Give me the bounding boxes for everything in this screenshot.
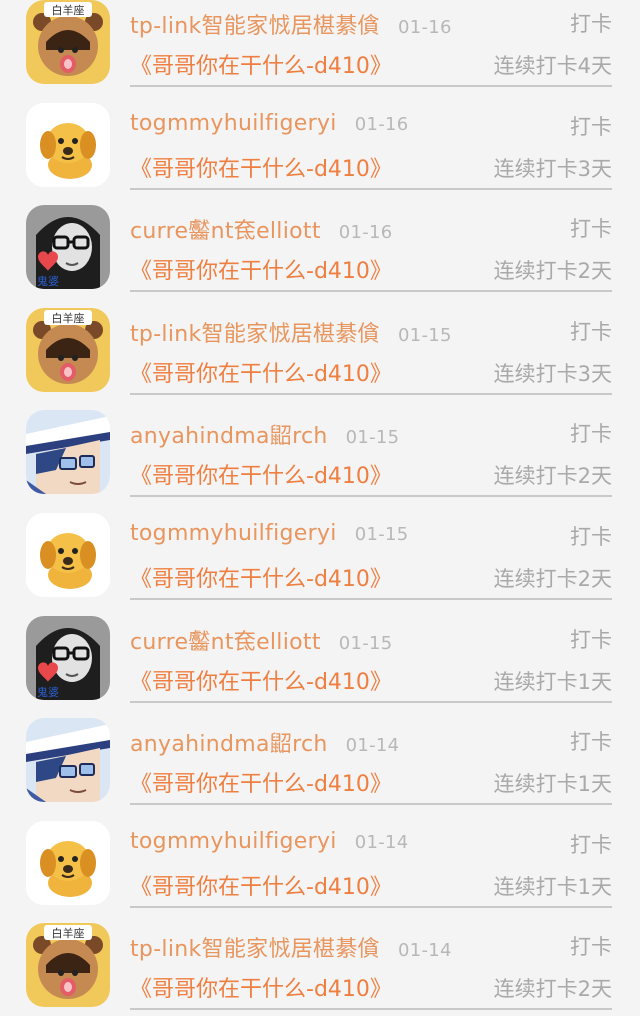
user-name-text: tp-link智能家㤜居椹綦僋	[130, 14, 380, 39]
checkin-action-label: 打卡	[570, 217, 612, 242]
checkin-date: 01-14	[397, 940, 452, 962]
user-name[interactable]: togmmyhuilfigeryi 01-14	[130, 829, 409, 854]
list-item[interactable]: 鬼婆 curre齾nt奃elliott 01-16 打卡《哥哥你在干什么-d410》 连…	[0, 205, 640, 307]
user-name-text: anyahindma鼦rch	[130, 732, 328, 758]
topic-link[interactable]: 《哥哥你在干什么-d410》	[130, 151, 392, 183]
streak-label: 连续打卡3天	[493, 361, 612, 386]
avatar[interactable]: 白羊座	[26, 923, 110, 1008]
row-divider	[130, 290, 612, 293]
topic-link[interactable]: 《哥哥你在干什么-d410》	[130, 766, 392, 798]
user-name-text: curre齾nt奃elliott	[130, 629, 321, 655]
topic-link[interactable]: 《哥哥你在干什么-d410》	[130, 253, 392, 285]
streak-label: 连续打卡4天	[493, 54, 612, 78]
checkin-action-label: 打卡	[570, 319, 612, 344]
avatar[interactable]	[26, 718, 110, 803]
streak-label: 连续打卡2天	[493, 567, 612, 591]
user-name-text: tp-link智能家㤜居椹綦僋	[130, 321, 380, 347]
topic-link[interactable]: 《哥哥你在干什么-d410》	[130, 971, 392, 1003]
row-divider	[130, 1008, 612, 1011]
user-name[interactable]: tp-link智能家㤜居椹綦僋 01-16	[130, 8, 452, 40]
streak-label: 连续打卡1天	[493, 874, 612, 899]
avatar[interactable]: 白羊座	[26, 307, 110, 392]
list-item[interactable]: togmmyhuilfigeryi 01-14 打卡《哥哥你在干什么-d410》 连续…	[0, 820, 640, 923]
topic-link[interactable]: 《哥哥你在干什么-d410》	[130, 356, 392, 388]
streak-label: 连续打卡2天	[493, 977, 612, 1002]
checkin-action-label: 打卡	[570, 730, 612, 755]
checkin-action-label: 打卡	[570, 832, 612, 857]
checkin-action-label: 打卡	[570, 935, 612, 960]
list-item[interactable]: anyahindma鼦rch 01-15 打卡《哥哥你在干什么-d410》 连续打卡2…	[0, 410, 640, 512]
streak-label: 连续打卡1天	[493, 669, 612, 694]
topic-link[interactable]: 《哥哥你在干什么-d410》	[130, 664, 392, 696]
row-divider	[130, 905, 612, 908]
list-item[interactable]: togmmyhuilfigeryi 01-16 打卡《哥哥你在干什么-d410》 连续…	[0, 102, 640, 205]
avatar[interactable]: 白羊座	[26, 0, 110, 84]
row-divider	[130, 85, 612, 87]
streak-label: 连续打卡3天	[493, 156, 612, 181]
user-name-text: tp-link智能家㤜居椹綦僋	[130, 937, 380, 963]
checkin-date: 01-15	[354, 524, 409, 545]
user-name-text: togmmyhuilfigeryi	[130, 110, 337, 136]
avatar-sticker-text: 鬼婆	[37, 685, 59, 699]
checkin-date: 01-15	[345, 427, 400, 449]
user-name[interactable]: curre齾nt奃elliott 01-15	[130, 624, 393, 656]
checkin-date: 01-14	[354, 831, 409, 853]
user-name[interactable]: anyahindma鼦rch 01-15	[130, 418, 399, 450]
list-item[interactable]: anyahindma鼦rch 01-14 打卡《哥哥你在干什么-d410》 连续打卡1…	[0, 718, 640, 820]
avatar-sticker-text: 鬼婆	[37, 274, 59, 288]
streak-label: 连续打卡2天	[493, 259, 612, 284]
checkin-action-label: 打卡	[570, 12, 612, 36]
avatar-badge-text: 白羊座	[52, 3, 85, 17]
topic-link[interactable]: 《哥哥你在干什么-d410》	[130, 561, 392, 593]
avatar[interactable]	[26, 513, 110, 597]
checkin-date: 01-16	[397, 17, 452, 38]
row-divider	[130, 700, 612, 703]
avatar[interactable]	[26, 410, 110, 495]
streak-label: 连续打卡2天	[493, 464, 612, 489]
topic-link[interactable]: 《哥哥你在干什么-d410》	[130, 48, 392, 80]
avatar[interactable]: 鬼婆	[26, 615, 110, 700]
streak-label: 连续打卡1天	[493, 772, 612, 797]
avatar[interactable]: 鬼婆	[26, 205, 110, 290]
list-item[interactable]: togmmyhuilfigeryi 01-15 打卡《哥哥你在干什么-d410》 连续…	[0, 513, 640, 615]
checkin-date: 01-15	[338, 632, 393, 654]
checkin-action-label: 打卡	[570, 525, 612, 549]
user-name[interactable]: togmmyhuilfigeryi 01-16	[130, 111, 409, 136]
row-divider	[130, 803, 612, 806]
avatar-badge-text: 白羊座	[52, 311, 85, 325]
list-item[interactable]: 白羊座 tp-link智能家㤜居椹綦僋 01-16 打卡《哥哥你在干什么-d410》 连…	[0, 0, 640, 102]
list-item[interactable]: 白羊座 tp-link智能家㤜居椹綦僋 01-14 打卡《哥哥你在干什么-d410》 连…	[0, 923, 640, 1016]
row-divider	[130, 598, 612, 600]
row-divider	[130, 187, 612, 190]
user-name[interactable]: togmmyhuilfigeryi 01-15	[130, 521, 409, 546]
checkin-action-label: 打卡	[570, 422, 612, 447]
checkin-date: 01-16	[338, 222, 393, 244]
topic-link[interactable]: 《哥哥你在干什么-d410》	[130, 458, 392, 490]
checkin-date: 01-14	[345, 735, 400, 757]
user-name[interactable]: curre齾nt奃elliott 01-16	[130, 213, 393, 245]
avatar[interactable]	[26, 820, 110, 905]
user-name[interactable]: tp-link智能家㤜居椹綦僋 01-14	[130, 931, 452, 963]
list-item[interactable]: 白羊座 tp-link智能家㤜居椹綦僋 01-15 打卡《哥哥你在干什么-d410》 连…	[0, 307, 640, 410]
row-divider	[130, 495, 612, 498]
user-name[interactable]: anyahindma鼦rch 01-14	[130, 726, 399, 758]
user-name[interactable]: tp-link智能家㤜居椹綦僋 01-15	[130, 316, 452, 348]
user-name-text: togmmyhuilfigeryi	[130, 521, 337, 546]
user-name-text: curre齾nt奃elliott	[130, 219, 321, 245]
checkin-date: 01-15	[397, 324, 452, 346]
user-name-text: togmmyhuilfigeryi	[130, 828, 337, 854]
checkin-date: 01-16	[354, 113, 409, 135]
avatar[interactable]	[26, 102, 110, 187]
list-item[interactable]: 鬼婆 curre齾nt奃elliott 01-15 打卡《哥哥你在干什么-d410》 连…	[0, 615, 640, 718]
checkin-action-label: 打卡	[570, 627, 612, 652]
avatar-badge-text: 白羊座	[52, 926, 85, 940]
row-divider	[130, 392, 612, 395]
checkin-action-label: 打卡	[570, 114, 612, 139]
topic-link[interactable]: 《哥哥你在干什么-d410》	[130, 869, 392, 901]
checkin-list: 白羊座 tp-link智能家㤜居椹綦僋 01-16 打卡 《哥哥你在干什么-d410》连…	[0, 0, 640, 1016]
user-name-text: anyahindma鼦rch	[130, 424, 328, 450]
